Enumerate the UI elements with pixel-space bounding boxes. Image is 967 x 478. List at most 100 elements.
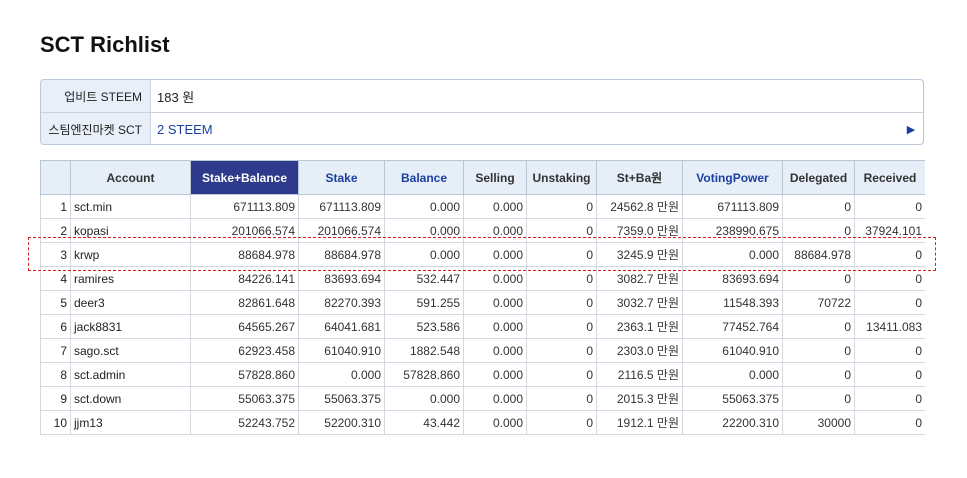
account-cell[interactable]: ramires <box>70 266 191 291</box>
selling-cell: 0.000 <box>463 218 527 243</box>
rank-cell: 10 <box>40 410 71 435</box>
account-cell[interactable]: jjm13 <box>70 410 191 435</box>
voting-power-cell: 671113.809 <box>682 194 783 219</box>
delegated-cell: 0 <box>782 266 855 291</box>
selling-cell: 0.000 <box>463 386 527 411</box>
col-header-stba-won[interactable]: St+Ba원 <box>596 160 683 195</box>
selling-cell: 0.000 <box>463 266 527 291</box>
received-cell: 0 <box>854 266 925 291</box>
col-header-stake-balance[interactable]: Stake+Balance <box>190 160 299 195</box>
selling-cell: 0.000 <box>463 314 527 339</box>
balance-cell: 0.000 <box>384 386 464 411</box>
stba-won-cell: 3082.7 만원 <box>596 266 683 291</box>
account-cell[interactable]: krwp <box>70 242 191 267</box>
stake-balance-cell: 64565.267 <box>190 314 299 339</box>
delegated-cell: 30000 <box>782 410 855 435</box>
selling-cell: 0.000 <box>463 242 527 267</box>
info-value: 183 원 <box>157 89 195 105</box>
col-header-account[interactable]: Account <box>70 160 191 195</box>
balance-cell: 43.442 <box>384 410 464 435</box>
account-cell[interactable]: jack8831 <box>70 314 191 339</box>
voting-power-cell: 11548.393 <box>682 290 783 315</box>
stake-cell: 55063.375 <box>298 386 385 411</box>
market-link[interactable]: 2 STEEM <box>151 113 899 144</box>
stba-won-cell: 1912.1 만원 <box>596 410 683 435</box>
unstaking-cell: 0 <box>526 386 597 411</box>
rank-cell: 9 <box>40 386 71 411</box>
stake-balance-cell: 57828.860 <box>190 362 299 387</box>
col-header-balance[interactable]: Balance <box>384 160 464 195</box>
table-row: 4 ramires 84226.141 83693.694 532.447 0.000 0 3… <box>40 266 925 291</box>
play-arrow-icon[interactable]: ▶ <box>899 113 923 144</box>
delegated-cell: 0 <box>782 362 855 387</box>
account-cell[interactable]: deer3 <box>70 290 191 315</box>
stake-balance-cell: 52243.752 <box>190 410 299 435</box>
stake-cell: 0.000 <box>298 362 385 387</box>
stake-cell: 61040.910 <box>298 338 385 363</box>
col-header-voting-power[interactable]: VotingPower <box>682 160 783 195</box>
account-cell[interactable]: sct.down <box>70 386 191 411</box>
selling-cell: 0.000 <box>463 410 527 435</box>
voting-power-cell: 61040.910 <box>682 338 783 363</box>
account-cell[interactable]: sct.min <box>70 194 191 219</box>
voting-power-cell: 83693.694 <box>682 266 783 291</box>
received-cell: 0 <box>854 386 925 411</box>
col-header-stake[interactable]: Stake <box>298 160 385 195</box>
balance-cell: 0.000 <box>384 194 464 219</box>
table-row: 10 jjm13 52243.752 52200.310 43.442 0.000 0 191… <box>40 410 925 435</box>
table-header-row: Account Stake+Balance Stake Balance Sell… <box>40 160 925 195</box>
unstaking-cell: 0 <box>526 242 597 267</box>
table-row: 3 krwp 88684.978 88684.978 0.000 0.000 0 3245.9… <box>40 242 925 267</box>
received-cell: 0 <box>854 194 925 219</box>
stba-won-cell: 2015.3 만원 <box>596 386 683 411</box>
stba-won-cell: 2116.5 만원 <box>596 362 683 387</box>
col-header-delegated[interactable]: Delegated <box>782 160 855 195</box>
received-cell: 0 <box>854 290 925 315</box>
stba-won-cell: 24562.8 만원 <box>596 194 683 219</box>
page-title: SCT Richlist <box>40 32 170 57</box>
unstaking-cell: 0 <box>526 410 597 435</box>
table-row: 9 sct.down 55063.375 55063.375 0.000 0.000 0 20… <box>40 386 925 411</box>
unstaking-cell: 0 <box>526 266 597 291</box>
rank-cell: 4 <box>40 266 71 291</box>
stake-balance-cell: 84226.141 <box>190 266 299 291</box>
delegated-cell: 0 <box>782 386 855 411</box>
balance-cell: 591.255 <box>384 290 464 315</box>
received-cell: 0 <box>854 242 925 267</box>
voting-power-cell: 0.000 <box>682 242 783 267</box>
delegated-cell: 0 <box>782 314 855 339</box>
col-header-selling[interactable]: Selling <box>463 160 527 195</box>
voting-power-cell: 0.000 <box>682 362 783 387</box>
selling-cell: 0.000 <box>463 290 527 315</box>
richlist-table-container[interactable]: Account Stake+Balance Stake Balance Sell… <box>40 160 925 442</box>
delegated-cell: 0 <box>782 218 855 243</box>
account-cell[interactable]: sago.sct <box>70 338 191 363</box>
col-header-unstaking[interactable]: Unstaking <box>526 160 597 195</box>
delegated-cell: 88684.978 <box>782 242 855 267</box>
balance-cell: 1882.548 <box>384 338 464 363</box>
unstaking-cell: 0 <box>526 314 597 339</box>
received-cell: 37924.101 <box>854 218 925 243</box>
selling-cell: 0.000 <box>463 194 527 219</box>
stake-cell: 52200.310 <box>298 410 385 435</box>
table-row: 7 sago.sct 62923.458 61040.910 1882.548 0.000… <box>40 338 925 363</box>
account-cell[interactable]: sct.admin <box>70 362 191 387</box>
col-header-received[interactable]: Received <box>854 160 925 195</box>
balance-cell: 532.447 <box>384 266 464 291</box>
account-cell[interactable]: kopasi <box>70 218 191 243</box>
received-cell: 13411.083 <box>854 314 925 339</box>
balance-cell: 0.000 <box>384 242 464 267</box>
voting-power-cell: 77452.764 <box>682 314 783 339</box>
price-info-box: 업비트 STEEM 183 원 스팀엔진마켓 SCT 2 STEEM ▶ <box>40 79 924 145</box>
table-row: 5 deer3 82861.648 82270.393 591.255 0.000 0 303… <box>40 290 925 315</box>
stake-balance-cell: 55063.375 <box>190 386 299 411</box>
table-row: 8 sct.admin 57828.860 0.000 57828.860 0.000 0 2… <box>40 362 925 387</box>
delegated-cell: 70722 <box>782 290 855 315</box>
unstaking-cell: 0 <box>526 338 597 363</box>
stba-won-cell: 7359.0 만원 <box>596 218 683 243</box>
info-row-steem-engine[interactable]: 스팀엔진마켓 SCT 2 STEEM ▶ <box>41 112 923 144</box>
unstaking-cell: 0 <box>526 194 597 219</box>
unstaking-cell: 0 <box>526 362 597 387</box>
voting-power-cell: 22200.310 <box>682 410 783 435</box>
received-cell: 0 <box>854 338 925 363</box>
